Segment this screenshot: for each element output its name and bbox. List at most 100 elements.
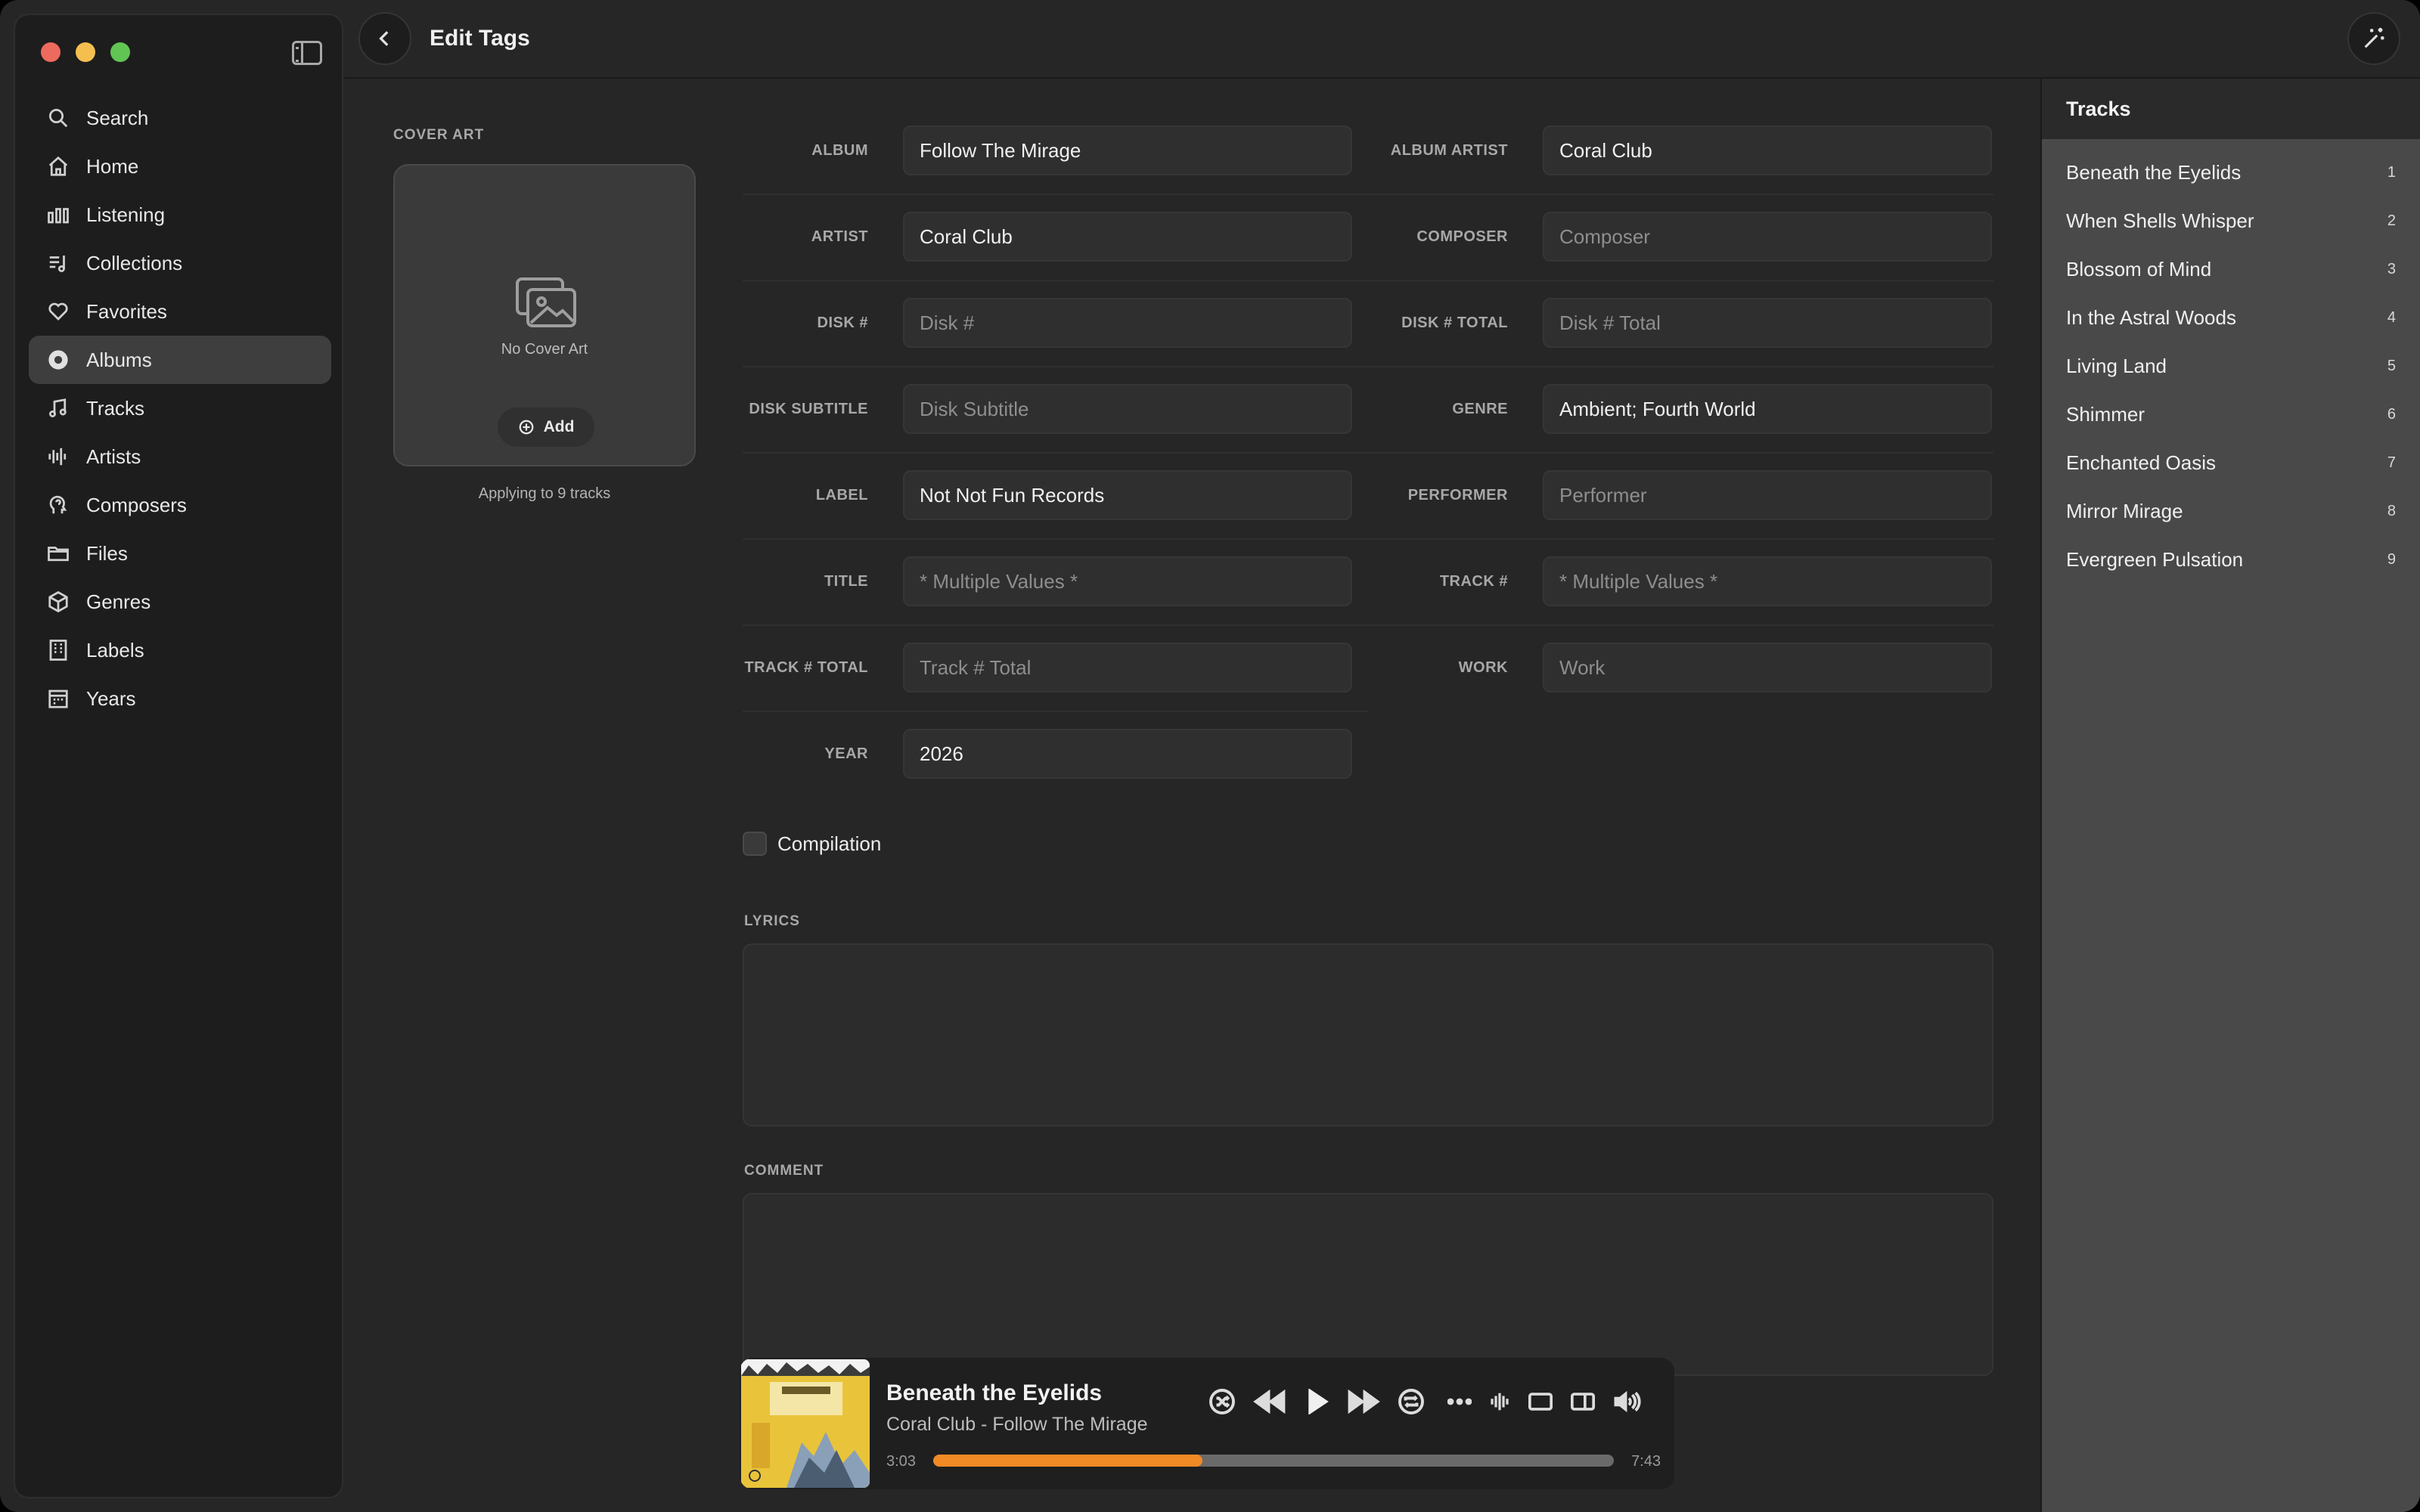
now-playing-subtitle: Coral Club - Follow The Mirage <box>886 1414 1148 1435</box>
track-list-item[interactable]: Blossom of Mind 3 <box>2042 245 2420 293</box>
track-number: 2 <box>2387 212 2396 229</box>
genre-field[interactable]: Ambient; Fourth World <box>1543 384 1992 434</box>
track-title: When Shells Whisper <box>2066 209 2254 232</box>
miniplayer-button[interactable] <box>1528 1390 1553 1413</box>
compilation-label: Compilation <box>777 832 882 855</box>
waveform-icon <box>45 444 71 469</box>
volume-button[interactable] <box>1612 1389 1641 1414</box>
year-field[interactable]: 2026 <box>903 729 1352 779</box>
close-window-button[interactable] <box>41 42 60 62</box>
sidebar-item-label: Collections <box>86 251 183 274</box>
heart-icon <box>45 299 71 324</box>
next-button[interactable] <box>1346 1390 1381 1414</box>
photo-stack-icon <box>514 276 578 329</box>
track-title: Mirror Mirage <box>2066 499 2183 522</box>
sidebar-item-collections[interactable]: Collections <box>29 239 331 287</box>
sidebar-item-label: Tracks <box>86 396 145 420</box>
comment-label: COMMENT <box>744 1163 824 1179</box>
performer-field[interactable]: Performer <box>1543 470 1992 520</box>
lyrics-textarea[interactable] <box>743 943 1993 1126</box>
shuffle-icon <box>1209 1389 1235 1414</box>
track-title: Evergreen Pulsation <box>2066 547 2244 571</box>
head-icon <box>45 492 71 518</box>
track-num-field[interactable]: * Multiple Values * <box>1543 556 1992 606</box>
sidebar-item-albums[interactable]: Albums <box>29 336 331 384</box>
add-cover-button[interactable]: Add <box>498 407 594 447</box>
sidebar-item-label: Search <box>86 106 149 129</box>
track-number: 8 <box>2387 502 2396 519</box>
row-divider <box>743 452 1993 454</box>
zoom-window-button[interactable] <box>110 42 130 62</box>
repeat-button[interactable] <box>1398 1388 1425 1415</box>
progress-bar[interactable] <box>933 1455 1614 1467</box>
page-title: Edit Tags <box>430 26 530 51</box>
disk-subtitle-label: DISK SUBTITLE <box>749 401 868 417</box>
sidebar-item-composers[interactable]: Composers <box>29 481 331 529</box>
row-divider <box>743 366 1993 367</box>
track-list-item[interactable]: Shimmer 6 <box>2042 390 2420 438</box>
compilation-row[interactable]: Compilation <box>743 832 881 856</box>
album-artist-field[interactable]: Coral Club <box>1543 125 1992 175</box>
track-number: 7 <box>2387 454 2396 471</box>
sidebar-item-search[interactable]: Search <box>29 94 331 142</box>
sidebar-item-favorites[interactable]: Favorites <box>29 287 331 336</box>
waveform-icon <box>1491 1393 1509 1411</box>
track-number: 1 <box>2387 163 2396 181</box>
play-button[interactable] <box>1304 1389 1329 1414</box>
sidebar-item-listening[interactable]: Listening <box>29 191 331 239</box>
sidebar-item-home[interactable]: Home <box>29 142 331 191</box>
composer-label: COMPOSER <box>1416 228 1508 245</box>
back-button[interactable] <box>358 12 411 65</box>
shuffle-button[interactable] <box>1208 1388 1236 1415</box>
sidebar-item-files[interactable]: Files <box>29 529 331 578</box>
sidebar-item-artists[interactable]: Artists <box>29 432 331 481</box>
now-playing-title: Beneath the Eyelids <box>886 1380 1103 1405</box>
speaker-icon <box>1614 1390 1641 1413</box>
comment-textarea[interactable] <box>743 1193 1993 1376</box>
bars-icon <box>45 202 71 228</box>
disk-total-field[interactable]: Disk # Total <box>1543 298 1992 348</box>
track-list-item[interactable]: Beneath the Eyelids 1 <box>2042 148 2420 197</box>
sidebar-toggle-icon[interactable] <box>292 41 322 65</box>
disk-total-label: DISK # TOTAL <box>1401 314 1508 331</box>
sidebar-item-label: Genres <box>86 590 151 613</box>
search-icon <box>45 105 71 131</box>
track-title: Shimmer <box>2066 402 2145 426</box>
sidebar-item-genres[interactable]: Genres <box>29 578 331 626</box>
artist-label: ARTIST <box>811 228 868 245</box>
sidebar-item-tracks[interactable]: Tracks <box>29 384 331 432</box>
queue-panel-button[interactable] <box>1570 1390 1596 1413</box>
sidebar-item-years[interactable]: Years <box>29 674 331 723</box>
row-divider <box>743 538 1993 540</box>
building-icon <box>45 637 71 663</box>
folder-icon <box>45 541 71 566</box>
track-list-item[interactable]: When Shells Whisper 2 <box>2042 197 2420 245</box>
sidebar-item-label: Albums <box>86 348 152 371</box>
track-title: Blossom of Mind <box>2066 257 2212 280</box>
track-list-item[interactable]: In the Astral Woods 4 <box>2042 293 2420 342</box>
work-field[interactable]: Work <box>1543 643 1992 692</box>
elapsed-time: 3:03 <box>886 1453 916 1470</box>
previous-button[interactable] <box>1252 1390 1287 1414</box>
visualizer-button[interactable] <box>1488 1390 1511 1413</box>
sidebar-item-labels[interactable]: Labels <box>29 626 331 674</box>
track-list-item[interactable]: Mirror Mirage 8 <box>2042 487 2420 535</box>
year-label: YEAR <box>824 745 868 762</box>
more-button[interactable] <box>1447 1398 1472 1405</box>
magic-wand-icon <box>2364 27 2384 48</box>
now-playing-artwork[interactable] <box>741 1359 870 1488</box>
track-list-item[interactable]: Evergreen Pulsation 9 <box>2042 535 2420 584</box>
track-list-item[interactable]: Living Land 5 <box>2042 342 2420 390</box>
add-cover-label: Add <box>543 418 575 435</box>
track-list-item[interactable]: Enchanted Oasis 7 <box>2042 438 2420 487</box>
music-note-icon <box>45 395 71 421</box>
row-divider <box>743 280 1993 281</box>
row-divider <box>743 194 1993 195</box>
composer-field[interactable]: Composer <box>1543 212 1992 262</box>
window-icon <box>1528 1393 1553 1411</box>
auto-tag-button[interactable] <box>2347 12 2400 65</box>
minimize-window-button[interactable] <box>76 42 95 62</box>
compilation-checkbox[interactable] <box>743 832 767 856</box>
header: Edit Tags <box>343 0 2420 79</box>
player-controls <box>1208 1388 1658 1415</box>
